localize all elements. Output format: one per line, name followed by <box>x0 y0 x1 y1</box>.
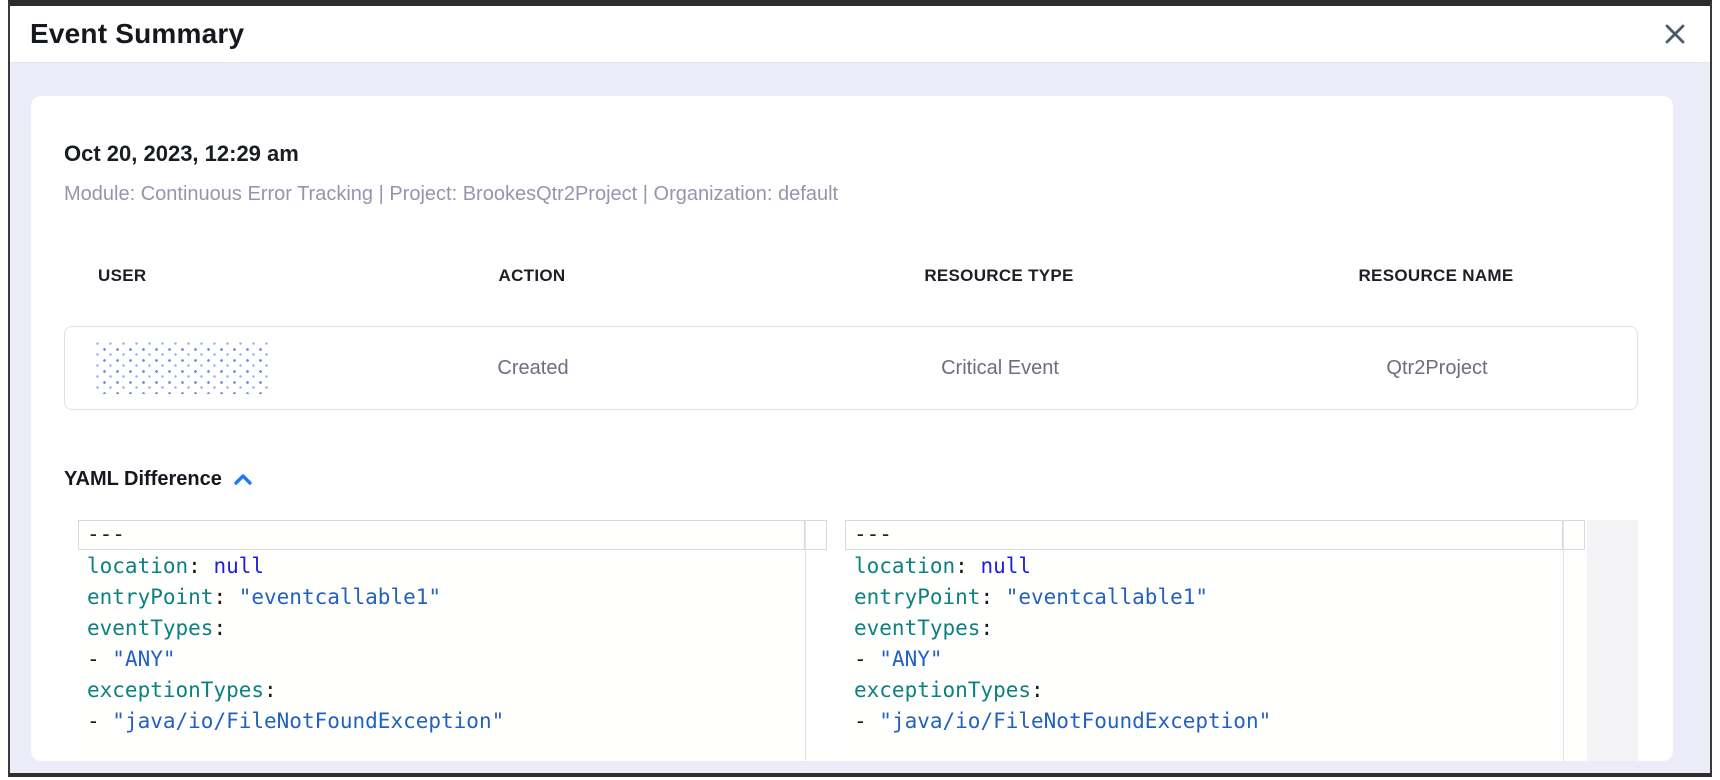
yaml-pane-left: --- location: nullentryPoint: "eventcall… <box>78 520 827 761</box>
yaml-code-line: - "java/io/FileNotFoundException" <box>87 706 805 737</box>
yaml-code-line: location: null <box>854 551 1563 582</box>
event-timestamp: Oct 20, 2023, 12:29 am <box>64 140 1638 167</box>
diff-gutter <box>1587 520 1638 761</box>
yaml-code-line: - "ANY" <box>854 644 1563 675</box>
chevron-up-icon <box>233 473 253 486</box>
event-meta: Module: Continuous Error Tracking | Proj… <box>64 182 1638 206</box>
column-header-action: ACTION <box>300 266 764 286</box>
yaml-diff-viewer: --- location: nullentryPoint: "eventcall… <box>78 520 1638 761</box>
scrollbar-track-left[interactable] <box>805 520 827 761</box>
table-header-row: USER ACTION RESOURCE TYPE RESOURCE NAME <box>64 266 1638 286</box>
table-row: Created Critical Event Qtr2Project <box>64 326 1638 410</box>
yaml-code-line: entryPoint: "eventcallable1" <box>87 582 805 613</box>
scrollbar-track-right[interactable] <box>1563 520 1585 761</box>
yaml-difference-header: YAML Difference <box>64 468 1638 491</box>
scrollbar-corner-right <box>1564 520 1585 550</box>
collapse-toggle[interactable] <box>233 473 253 486</box>
column-header-user: USER <box>64 266 300 286</box>
event-summary-modal: Event Summary Oct 20, 2023, 12:29 am Mod… <box>8 0 1712 777</box>
action-cell: Created <box>301 357 765 380</box>
scrollbar-corner-left <box>806 520 827 550</box>
yaml-first-line-left: --- <box>78 520 805 550</box>
yaml-code-left: location: nullentryPoint: "eventcallable… <box>78 550 805 737</box>
yaml-code-line: exceptionTypes: <box>854 675 1563 706</box>
yaml-code-line: entryPoint: "eventcallable1" <box>854 582 1563 613</box>
yaml-pane-right: --- location: nullentryPoint: "eventcall… <box>845 520 1585 761</box>
yaml-difference-label: YAML Difference <box>64 468 222 491</box>
yaml-code-right: location: nullentryPoint: "eventcallable… <box>845 550 1563 737</box>
close-button[interactable] <box>1658 17 1692 51</box>
yaml-code-line: eventTypes: <box>87 613 805 644</box>
yaml-code-line: exceptionTypes: <box>87 675 805 706</box>
page-title: Event Summary <box>30 18 244 50</box>
column-header-resource-type: RESOURCE TYPE <box>764 266 1234 286</box>
resource-type-cell: Critical Event <box>765 357 1235 380</box>
close-icon <box>1662 21 1688 47</box>
modal-header: Event Summary <box>10 6 1710 63</box>
yaml-first-line-right: --- <box>845 520 1563 550</box>
pane-divider <box>827 520 845 761</box>
modal-body: Oct 20, 2023, 12:29 am Module: Continuou… <box>10 63 1710 773</box>
user-cell <box>65 342 301 394</box>
redacted-user-pattern <box>96 342 268 394</box>
column-header-resource-name: RESOURCE NAME <box>1234 266 1638 286</box>
yaml-code-line: - "ANY" <box>87 644 805 675</box>
yaml-code-line: eventTypes: <box>854 613 1563 644</box>
event-card: Oct 20, 2023, 12:29 am Module: Continuou… <box>31 96 1673 761</box>
yaml-code-line: location: null <box>87 551 805 582</box>
yaml-code-line: - "java/io/FileNotFoundException" <box>854 706 1563 737</box>
resource-name-cell: Qtr2Project <box>1235 357 1639 380</box>
